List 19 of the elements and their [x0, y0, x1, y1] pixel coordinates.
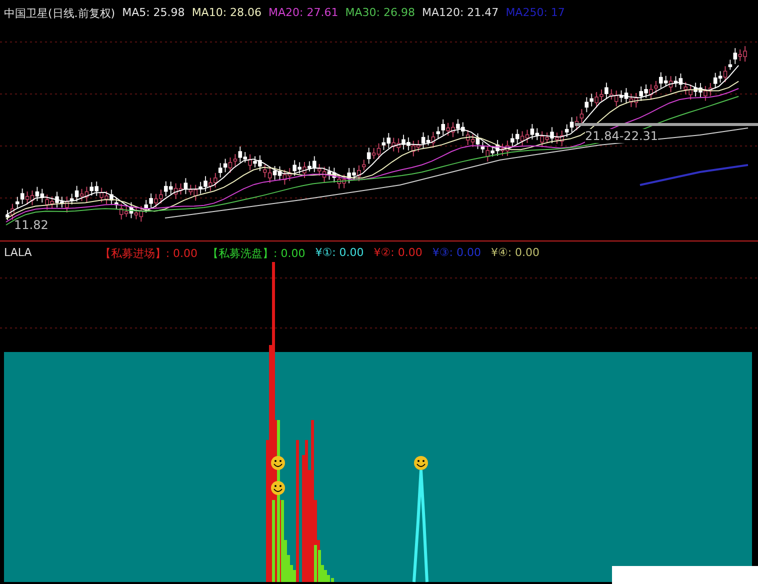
smiley-icon [271, 481, 285, 495]
smiley-icon [271, 456, 285, 470]
indicator-reading: ¥②: 0.00 [374, 246, 422, 261]
indicator-reading: ¥①: 0.00 [315, 246, 364, 261]
chart-title: 中国卫星(日线.前复权) [4, 6, 116, 21]
price-label: 11.82 [14, 218, 48, 232]
smiley-icon [414, 456, 428, 470]
moving-average-label: MA5: 25.98 [122, 6, 185, 21]
indicator-reading: ¥④: 0.00 [490, 246, 540, 261]
moving-average-label: MA250: 17 [506, 6, 565, 21]
moving-average-label: MA120: 21.47 [422, 6, 499, 21]
moving-average-label: MA20: 27.61 [268, 6, 338, 21]
moving-average-label: MA30: 26.98 [345, 6, 415, 21]
moving-average-label: MA10: 28.06 [192, 6, 262, 21]
indicator-reading: 【私募进场】: 0.00 [100, 246, 198, 261]
indicator-reading: ¥③: 0.00 [432, 246, 481, 261]
price-range-label: 21.84-22.31 [585, 129, 658, 143]
indicator-reading: 【私募洗盘】: 0.00 [208, 246, 306, 261]
indicator-title: LALA [4, 246, 32, 261]
